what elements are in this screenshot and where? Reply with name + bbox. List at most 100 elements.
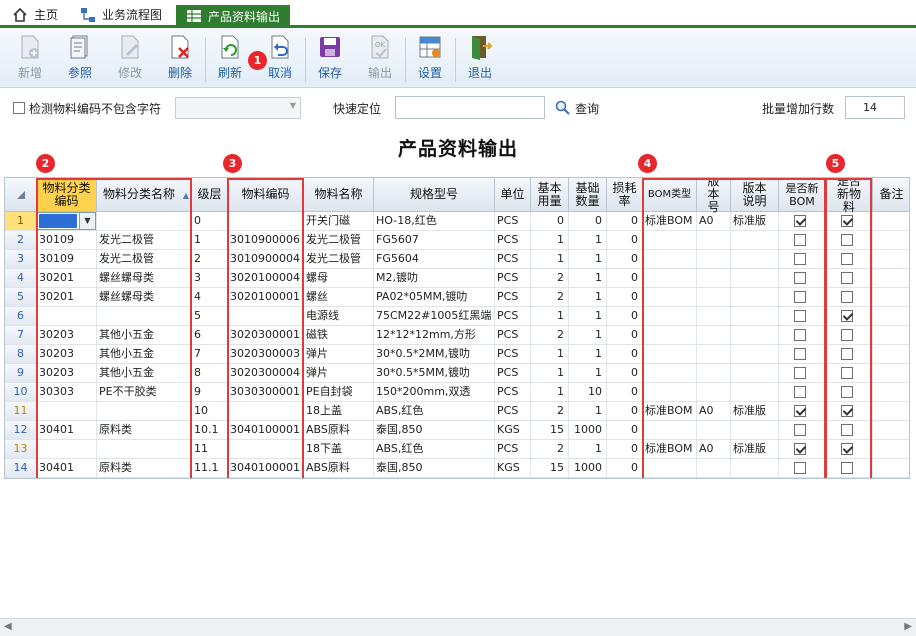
table-cell-note[interactable]	[873, 364, 909, 383]
table-cell-base[interactable]: 1	[569, 307, 607, 326]
table-cell-cat[interactable]: 30201	[37, 288, 97, 307]
table-cell-base[interactable]: 1000	[569, 459, 607, 478]
table-cell-bom[interactable]	[643, 307, 697, 326]
table-cell-ver[interactable]: A0	[697, 440, 731, 459]
table-cell-lvl[interactable]: 9	[192, 383, 228, 402]
table-cell-catname[interactable]: 发光二极管	[97, 250, 192, 269]
reference-button[interactable]: 参照	[58, 34, 102, 84]
table-cell-vdesc[interactable]: 标准版	[731, 440, 779, 459]
checkbox[interactable]	[794, 386, 806, 398]
table-cell-unit[interactable]: KGS	[495, 421, 531, 440]
table-row[interactable]: 5 30201 螺丝螺母类 4 3020100001 螺丝 PA02*05MM,镀叻 PCS 2…	[5, 288, 909, 307]
table-cell-newbom[interactable]	[779, 288, 826, 307]
quick-locate-input[interactable]	[395, 96, 545, 119]
checkbox[interactable]	[841, 272, 853, 284]
table-cell-loss[interactable]: 0	[607, 212, 643, 231]
column-header[interactable]: 物料名称	[304, 178, 374, 212]
table-cell-lvl[interactable]: 10	[192, 402, 228, 421]
table-cell-note[interactable]	[873, 288, 909, 307]
table-cell-loss[interactable]: 0	[607, 459, 643, 478]
table-cell-newmat[interactable]	[826, 326, 873, 345]
row-number[interactable]: 1	[5, 212, 37, 231]
row-number[interactable]: 14	[5, 459, 37, 478]
column-header[interactable]: 版本说明	[731, 178, 779, 212]
table-cell-newmat[interactable]	[826, 307, 873, 326]
table-cell-bom[interactable]: 标准BOM	[643, 212, 697, 231]
table-cell-lvl[interactable]: 6	[192, 326, 228, 345]
table-cell-lvl[interactable]: 1	[192, 231, 228, 250]
checkbox[interactable]	[794, 310, 806, 322]
table-cell-loss[interactable]: 0	[607, 269, 643, 288]
table-cell-note[interactable]	[873, 383, 909, 402]
table-cell-newmat[interactable]	[826, 250, 873, 269]
table-cell-spec[interactable]: 150*200mm,双透	[374, 383, 495, 402]
table-cell-cat[interactable]	[37, 440, 97, 459]
checkbox[interactable]	[794, 215, 806, 227]
table-cell-code[interactable]: 3010900004	[228, 250, 304, 269]
table-cell-bom[interactable]	[643, 269, 697, 288]
table-cell-note[interactable]	[873, 269, 909, 288]
checkbox[interactable]	[794, 272, 806, 284]
table-cell-spec[interactable]: 75CM22#1005红黑端	[374, 307, 495, 326]
table-cell-ver[interactable]	[697, 231, 731, 250]
export-button[interactable]: OK 输出	[358, 34, 402, 84]
table-cell-unit[interactable]: PCS	[495, 345, 531, 364]
table-cell-code[interactable]: 3010900006	[228, 231, 304, 250]
table-cell-qty[interactable]: 1	[531, 231, 569, 250]
table-cell-bom[interactable]	[643, 288, 697, 307]
column-header[interactable]: 物料分类名称 ▲	[97, 178, 192, 212]
table-row[interactable]: 12 30401 原料类 10.1 3040100001 ABS原料 泰国,850 KGS 15…	[5, 421, 909, 440]
table-cell-base[interactable]: 1	[569, 402, 607, 421]
table-cell-unit[interactable]: PCS	[495, 402, 531, 421]
table-cell-unit[interactable]: PCS	[495, 440, 531, 459]
table-cell-unit[interactable]: PCS	[495, 250, 531, 269]
table-cell-qty[interactable]: 1	[531, 345, 569, 364]
table-cell-name[interactable]: 电源线	[304, 307, 374, 326]
horizontal-scrollbar[interactable]: ◀ ▶	[0, 618, 916, 636]
row-number[interactable]: 8	[5, 345, 37, 364]
table-cell-ver[interactable]	[697, 326, 731, 345]
row-number[interactable]: 2	[5, 231, 37, 250]
table-row[interactable]: 13 11 18下盖 ABS,红色 PCS 2 1 0 标准BOM A0 标准版	[5, 440, 909, 459]
table-cell-bom[interactable]: 标准BOM	[643, 402, 697, 421]
checkbox[interactable]	[841, 424, 853, 436]
table-cell-qty[interactable]: 15	[531, 459, 569, 478]
table-cell-newmat[interactable]	[826, 459, 873, 478]
checkbox[interactable]	[841, 386, 853, 398]
table-row[interactable]: 10 30303 PE不干胶类 9 3030300001 PE自封袋 150*200mm,双…	[5, 383, 909, 402]
table-cell-code[interactable]: 3040100001	[228, 421, 304, 440]
table-cell-cat[interactable]: 30109	[37, 231, 97, 250]
table-cell-catname[interactable]: 其他小五金	[97, 364, 192, 383]
table-cell-vdesc[interactable]	[731, 383, 779, 402]
table-cell-loss[interactable]: 0	[607, 345, 643, 364]
table-cell-cat[interactable]: 30401	[37, 421, 97, 440]
column-header[interactable]: 备注	[873, 178, 909, 212]
table-cell-unit[interactable]: PCS	[495, 383, 531, 402]
table-cell-newbom[interactable]	[779, 250, 826, 269]
table-cell-spec[interactable]: 12*12*12mm,方形	[374, 326, 495, 345]
row-number[interactable]: 6	[5, 307, 37, 326]
table-cell-newbom[interactable]	[779, 421, 826, 440]
table-cell-catname[interactable]: 其他小五金	[97, 345, 192, 364]
table-cell-ver[interactable]: A0	[697, 402, 731, 421]
table-cell-loss[interactable]: 0	[607, 364, 643, 383]
table-cell-vdesc[interactable]: 标准版	[731, 402, 779, 421]
table-cell-name[interactable]: 发光二极管	[304, 231, 374, 250]
table-cell-code[interactable]: 3020300001	[228, 326, 304, 345]
table-cell-cat[interactable]: ▼	[37, 212, 97, 231]
table-cell-catname[interactable]: 螺丝螺母类	[97, 269, 192, 288]
table-cell-note[interactable]	[873, 307, 909, 326]
table-cell-code[interactable]: 3020100001	[228, 288, 304, 307]
table-cell-loss[interactable]: 0	[607, 307, 643, 326]
column-header[interactable]: 是否新BOM	[779, 178, 826, 212]
column-header[interactable]: 单位	[495, 178, 531, 212]
checkbox[interactable]	[794, 348, 806, 360]
checkbox[interactable]	[841, 234, 853, 246]
table-cell-catname[interactable]: 螺丝螺母类	[97, 288, 192, 307]
checkbox[interactable]	[794, 443, 806, 455]
table-cell-newbom[interactable]	[779, 212, 826, 231]
table-cell-ver[interactable]	[697, 364, 731, 383]
table-cell-name[interactable]: 螺丝	[304, 288, 374, 307]
checkbox[interactable]	[794, 329, 806, 341]
table-cell-spec[interactable]: HO-18,红色	[374, 212, 495, 231]
